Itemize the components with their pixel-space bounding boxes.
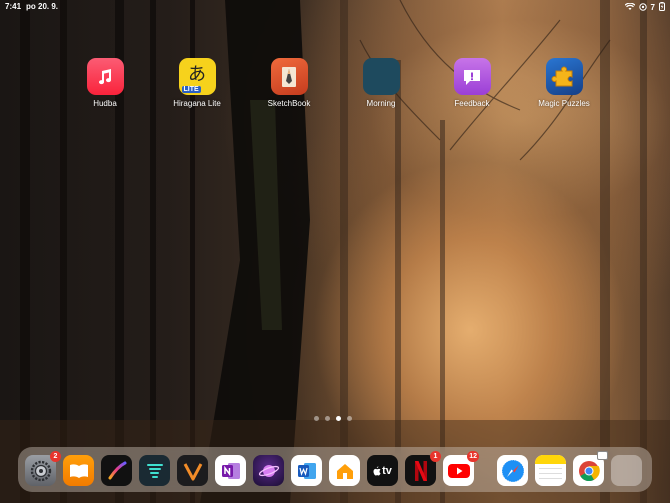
onenote-icon: [221, 462, 240, 479]
notification-badge: 1: [430, 451, 441, 462]
status-date: po 20. 9.: [26, 2, 59, 11]
app-magic-puzzles[interactable]: Magic Puzzles: [524, 58, 604, 108]
dock-youtube[interactable]: 12: [443, 451, 479, 486]
dock-notes[interactable]: [535, 455, 566, 486]
battery-icon: [659, 2, 665, 13]
notification-badge: 12: [467, 451, 479, 462]
app-hiragana-lite[interactable]: あ LITE Hiragana Lite: [157, 58, 237, 108]
compass-icon: [501, 459, 524, 482]
app-label: Magic Puzzles: [538, 99, 590, 108]
dock-word[interactable]: [291, 455, 322, 486]
status-time: 7:41: [5, 2, 22, 11]
tornado-icon: [146, 463, 163, 478]
netflix-icon: [414, 460, 427, 481]
page-dot[interactable]: [325, 416, 330, 421]
dock-netflix[interactable]: 1: [405, 451, 441, 486]
app-morning[interactable]: Morning: [341, 58, 421, 108]
page-indicator[interactable]: [314, 416, 352, 421]
app-sketchbook[interactable]: SketchBook: [249, 58, 329, 108]
dock-vectornator[interactable]: [177, 455, 208, 486]
dock-tornado-app[interactable]: [139, 455, 170, 486]
page-dot[interactable]: [314, 416, 319, 421]
dock-safari[interactable]: [497, 455, 528, 486]
display-badge-icon: [597, 451, 608, 460]
app-feedback[interactable]: Feedback: [432, 58, 512, 108]
dock-home[interactable]: [329, 455, 360, 486]
notes-icon: [535, 455, 566, 479]
battery-percent: 7: [650, 3, 655, 12]
dock-books[interactable]: [63, 455, 94, 486]
dock-planet-app[interactable]: [253, 455, 284, 486]
location-icon: [638, 2, 647, 13]
dock-procreate[interactable]: [101, 455, 132, 486]
notification-badge: 2: [50, 451, 61, 462]
tv-label: tv: [382, 464, 392, 477]
home-icon: [336, 463, 353, 479]
gear-icon: [30, 460, 51, 481]
lite-tag: LITE: [181, 86, 201, 93]
music-icon: [86, 58, 124, 95]
status-bar: 7:41 po 20. 9. 7: [0, 0, 670, 14]
app-label: Hudba: [93, 99, 117, 108]
word-icon: [297, 462, 316, 479]
brush-icon: [108, 461, 126, 479]
page-dot-active[interactable]: [336, 416, 341, 421]
hiragana-glyph: あ: [188, 63, 206, 85]
app-hudba[interactable]: Hudba: [65, 58, 145, 108]
apple-logo-icon: [373, 466, 381, 475]
puzzle-icon: [545, 58, 583, 95]
youtube-icon: [447, 463, 470, 478]
chrome-icon: [578, 460, 600, 481]
hiragana-icon: あ LITE: [178, 58, 216, 95]
morning-icon: [362, 58, 400, 95]
dock: 2 tv 1 12: [18, 447, 652, 492]
planet-icon: [258, 464, 279, 477]
pencil-icon: [270, 58, 308, 95]
feedback-icon: [453, 58, 491, 95]
dock-app-library[interactable]: [611, 455, 642, 486]
dock-onenote[interactable]: [215, 455, 246, 486]
app-label: SketchBook: [267, 99, 311, 108]
app-label: Feedback: [454, 99, 490, 108]
app-label: Morning: [366, 99, 396, 108]
dock-apple-tv[interactable]: tv: [367, 455, 398, 486]
wifi-icon: [624, 2, 635, 13]
dock-settings[interactable]: 2: [25, 451, 61, 486]
vector-icon: [183, 462, 202, 480]
dock-chrome[interactable]: [573, 451, 608, 486]
app-label: Hiragana Lite: [173, 99, 221, 108]
status-indicators: 7: [624, 2, 665, 13]
book-icon: [69, 463, 88, 478]
tv-icon: tv: [373, 465, 392, 477]
page-dot[interactable]: [347, 416, 352, 421]
